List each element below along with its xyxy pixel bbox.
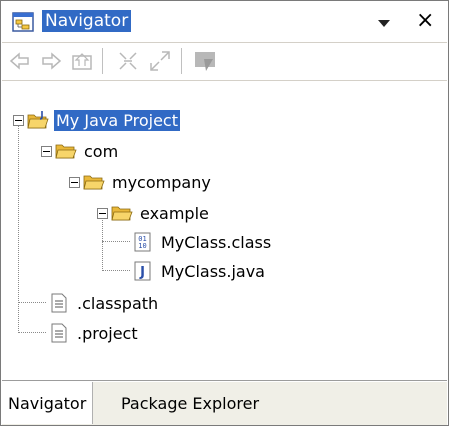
tree-item-label: MyClass.java xyxy=(161,261,265,281)
file-tree: My Java Project com mycompany example 01… xyxy=(2,81,447,376)
collapse-toggle[interactable] xyxy=(69,177,80,188)
divider xyxy=(2,380,447,381)
collapse-toggle[interactable] xyxy=(97,208,108,219)
tree-connector xyxy=(18,332,46,333)
tab-package-explorer[interactable]: Package Explorer xyxy=(115,382,265,424)
divider xyxy=(2,42,447,43)
text-file-icon xyxy=(51,323,67,343)
view-tab-bar: Navigator Package Explorer xyxy=(2,382,447,425)
navigator-icon xyxy=(12,12,34,32)
tree-item-classpath[interactable]: .classpath xyxy=(48,290,160,316)
toolbar-separator xyxy=(102,48,103,74)
tree-item-label: .classpath xyxy=(77,293,159,313)
tree-item-project-file[interactable]: .project xyxy=(48,320,140,346)
folder-open-icon xyxy=(83,175,105,190)
tree-connector xyxy=(102,216,103,271)
tree-item-example[interactable]: example xyxy=(111,200,211,226)
tree-item-label: mycompany xyxy=(112,172,211,192)
tree-connector xyxy=(18,122,19,331)
tree-connector xyxy=(18,302,46,303)
view-toolbar xyxy=(2,44,447,78)
java-project-icon xyxy=(27,111,49,129)
view-title: Navigator xyxy=(42,10,132,32)
tree-connector xyxy=(102,270,130,271)
view-menu-icon[interactable] xyxy=(375,14,393,32)
text-file-icon xyxy=(51,293,67,313)
close-icon[interactable]: × xyxy=(416,8,434,33)
svg-text:J: J xyxy=(139,265,145,280)
navigator-view: Navigator × My Java Project com mycompan… xyxy=(0,0,449,426)
tree-item-label: .project xyxy=(77,323,138,343)
tree-item-label: com xyxy=(84,141,119,161)
tree-connector xyxy=(102,241,130,242)
back-arrow-icon[interactable] xyxy=(8,49,32,73)
tree-item-label: example xyxy=(140,203,209,223)
svg-text:10: 10 xyxy=(138,242,146,250)
tree-item-mycompany[interactable]: mycompany xyxy=(83,169,213,195)
java-file-icon: J xyxy=(134,261,151,281)
class-file-icon: 01 10 xyxy=(134,232,151,252)
tree-item-java-file[interactable]: J MyClass.java xyxy=(132,258,267,284)
tree-item-label: My Java Project xyxy=(53,108,181,132)
tree-item-class-file[interactable]: 01 10 MyClass.class xyxy=(132,229,273,255)
tab-navigator[interactable]: Navigator xyxy=(2,382,94,424)
tree-item-label: MyClass.class xyxy=(161,232,272,252)
up-folder-icon[interactable] xyxy=(70,49,94,73)
toolbar-separator xyxy=(181,48,182,74)
collapse-toggle[interactable] xyxy=(13,115,24,126)
filter-icon[interactable] xyxy=(193,49,217,73)
collapse-all-icon[interactable] xyxy=(116,49,140,73)
collapse-toggle[interactable] xyxy=(41,146,52,157)
folder-open-icon xyxy=(55,144,77,159)
forward-arrow-icon[interactable] xyxy=(39,49,63,73)
link-with-editor-icon[interactable] xyxy=(148,49,172,73)
tree-item-com[interactable]: com xyxy=(55,138,120,164)
tree-item-project[interactable]: My Java Project xyxy=(27,107,181,133)
view-titlebar: Navigator × xyxy=(2,2,447,42)
folder-open-icon xyxy=(111,206,133,221)
